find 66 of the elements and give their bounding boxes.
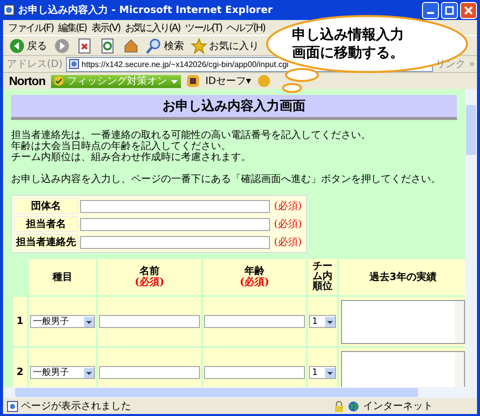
status-message: ページが表示されました — [7, 399, 131, 413]
results-textarea[interactable] — [341, 300, 465, 344]
text-field[interactable] — [80, 200, 270, 212]
toolbar-label[interactable]: お気に入り — [209, 38, 259, 52]
page-heading: お申し込み内容入力画面 — [11, 95, 457, 120]
column-header: 年齢 (必須) — [203, 259, 306, 295]
column-header: 過去3年の実績 — [339, 259, 465, 295]
menu-item[interactable]: お気に入り(A) — [124, 20, 180, 34]
toolbar-label[interactable]: 検索 — [164, 38, 184, 52]
required-note: (必須) — [273, 218, 303, 232]
minimize-button[interactable] — [422, 2, 439, 18]
rank-dropdown[interactable]: 1 — [309, 366, 336, 379]
note-text: 担当者連絡先は、一番連絡の取れる可能性の高い電話番号を記入してください。 — [11, 130, 372, 141]
toolbar-label[interactable]: 戻る — [27, 38, 47, 52]
id-card-icon — [187, 75, 200, 87]
close-button[interactable] — [460, 2, 477, 18]
required-note: (必須) — [273, 236, 303, 250]
search-icon[interactable] — [146, 38, 162, 54]
page-icon — [68, 59, 79, 69]
text-field[interactable] — [80, 236, 270, 248]
menu-item[interactable]: 編集(E) — [58, 20, 86, 34]
note-text: チーム内順位は、組み合わせ作成時に考慮されます。 — [11, 152, 252, 163]
row-number: 1 — [13, 297, 27, 346]
maximize-icon — [445, 6, 454, 14]
stop-icon[interactable] — [77, 38, 93, 54]
column-header: 種目 — [29, 259, 96, 295]
menu-item[interactable]: ファイル(F) — [8, 20, 54, 34]
page-icon — [7, 400, 18, 412]
page-icon — [3, 4, 15, 16]
address-label: アドレス(D) — [7, 58, 63, 71]
rank-dropdown[interactable]: 1 — [309, 315, 336, 328]
horizontal-scrollbar[interactable] — [3, 387, 465, 398]
age-field[interactable] — [204, 366, 305, 379]
results-textarea[interactable] — [341, 350, 465, 387]
idsafe-menu[interactable]: IDセーフ▾ — [205, 74, 251, 88]
field-label: 担当者連絡先 — [14, 234, 78, 250]
required-note: (必須) — [273, 200, 303, 214]
maximize-button[interactable] — [441, 2, 458, 18]
callout-text: 申し込み情報入力 — [292, 26, 404, 44]
column-header: チーム内順位 — [308, 259, 337, 295]
lock-icon — [334, 400, 344, 412]
close-icon — [464, 6, 473, 14]
name-field[interactable] — [99, 366, 200, 379]
age-field[interactable] — [204, 315, 305, 328]
star-icon[interactable] — [191, 38, 207, 54]
name-field[interactable] — [99, 315, 200, 328]
category-dropdown[interactable]: 一般男子 — [30, 366, 95, 379]
norton-logo: Norton — [9, 74, 46, 88]
menu-item[interactable]: ヘルプ(H) — [226, 20, 265, 34]
instruction-text: お申し込み内容を入力し、ページの一番下にある「確認画面へ進む」ボタンを押してください。 — [11, 174, 442, 185]
category-dropdown[interactable]: 一般男子 — [30, 315, 95, 328]
check-icon — [54, 76, 64, 86]
column-header: 名前 (必須) — [98, 259, 201, 295]
minimize-icon — [427, 12, 434, 14]
vertical-scrollbar[interactable] — [465, 89, 477, 398]
field-label: 団体名 — [14, 198, 78, 214]
window-title: お申し込み内容入力 - Microsoft Internet Explorer — [18, 3, 273, 17]
row-number: 2 — [13, 348, 27, 387]
menu-item[interactable]: ツール(T) — [184, 20, 222, 34]
field-label: 担当者名 — [14, 216, 78, 232]
text-field[interactable] — [80, 218, 270, 230]
note-text: 年齢は大会当日時点の年齢を記入してください。 — [11, 141, 232, 152]
menu-item[interactable]: 表示(V) — [91, 20, 120, 34]
globe-icon — [348, 400, 359, 412]
refresh-icon[interactable] — [100, 38, 116, 54]
zone-label: インターネット — [363, 400, 433, 413]
